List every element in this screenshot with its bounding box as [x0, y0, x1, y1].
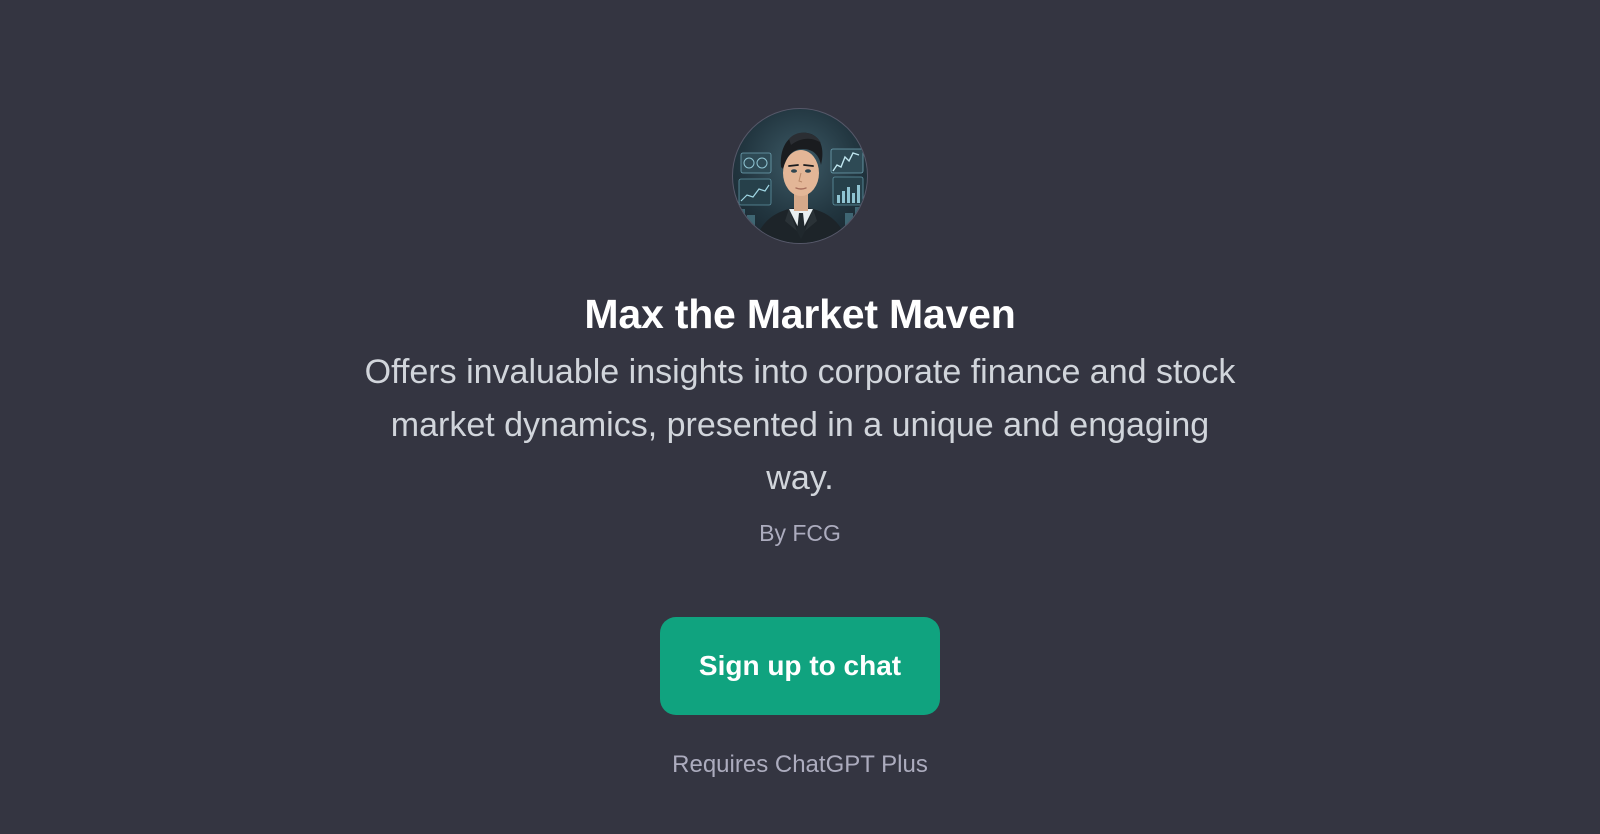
- plan-requirement-note: Requires ChatGPT Plus: [672, 751, 928, 778]
- gpt-avatar: [732, 108, 868, 244]
- gpt-title: Max the Market Maven: [584, 291, 1016, 337]
- gpt-author: By FCG: [759, 520, 841, 546]
- gpt-description: Offers invaluable insights into corporat…: [364, 353, 1236, 497]
- portrait-avatar-icon: [737, 132, 864, 243]
- gpt-landing-page: Max the Market Maven Offers invaluable i…: [0, 0, 1600, 834]
- sign-up-to-chat-button[interactable]: Sign up to chat: [660, 617, 940, 715]
